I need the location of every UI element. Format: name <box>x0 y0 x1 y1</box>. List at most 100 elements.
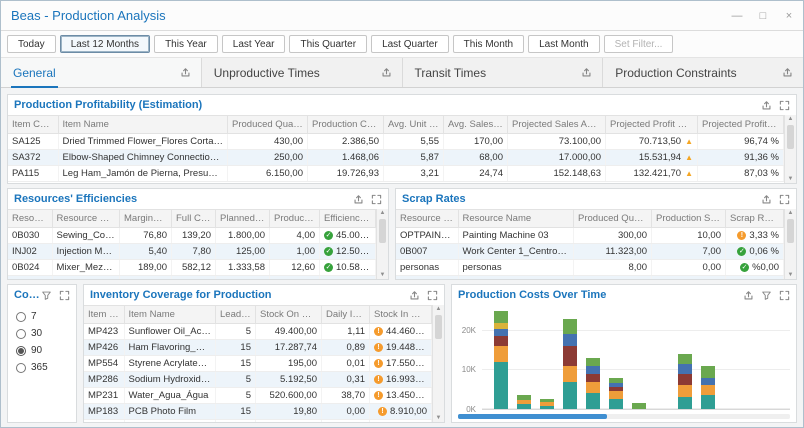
chart-bar[interactable] <box>609 378 623 409</box>
table-row[interactable]: 0B024Mixer_Mezclad...189,00582,121.333,5… <box>8 260 376 276</box>
column-header[interactable]: Resource Code <box>396 210 458 228</box>
table-row[interactable]: personaspersonas8,000,00✓%0,00 <box>396 260 784 276</box>
column-header[interactable]: Resource Name <box>52 210 120 228</box>
filter-icon[interactable] <box>761 290 772 301</box>
scroll-up-icon[interactable]: ▲ <box>785 210 796 216</box>
column-header[interactable]: Projected Sales Amount <box>508 116 606 134</box>
tab-production-constraints[interactable]: Production Constraints <box>603 58 803 87</box>
scroll-down-icon[interactable]: ▼ <box>785 272 796 278</box>
vertical-scrollbar[interactable]: ▲ ▼ <box>784 115 796 183</box>
radio-input[interactable] <box>16 363 26 373</box>
expand-icon[interactable] <box>779 100 790 111</box>
filter-icon[interactable] <box>41 290 52 301</box>
filter-button-this-year[interactable]: This Year <box>154 35 218 53</box>
column-header[interactable]: Item Name <box>124 306 216 324</box>
scroll-down-icon[interactable]: ▼ <box>433 415 444 421</box>
column-header[interactable]: Projected Profit Margin <box>606 116 698 134</box>
table-row[interactable]: OPTPAINT03Painting Machine 03300,0010,00… <box>396 228 784 244</box>
radio-input[interactable] <box>16 346 26 356</box>
table-row[interactable]: MP426Ham Flavoring_Saborizante...1517.28… <box>84 340 432 356</box>
tab-general[interactable]: General <box>1 58 202 87</box>
filter-button-today[interactable]: Today <box>7 35 56 53</box>
filter-button-this-quarter[interactable]: This Quarter <box>289 35 367 53</box>
chart-bar[interactable] <box>586 358 600 409</box>
export-icon[interactable] <box>761 100 772 111</box>
table-row[interactable]: INJ02Injection Machine 25,407,80125,001,… <box>8 244 376 260</box>
filter-button-last-year[interactable]: Last Year <box>222 35 286 53</box>
table-row[interactable]: MP286Sodium Hydroxide_Hidróxid...55.192,… <box>84 372 432 388</box>
column-header[interactable]: Production Ti... <box>270 210 320 228</box>
column-header[interactable]: Resource Name <box>458 210 574 228</box>
chart-bar[interactable] <box>632 403 646 409</box>
table-row[interactable]: 0B030Sewing_Cosido_...76,80139,201.800,0… <box>8 228 376 244</box>
radio-input[interactable] <box>16 329 26 339</box>
chart-bar[interactable] <box>494 311 508 409</box>
coverage-option-365[interactable]: 365 <box>16 362 68 373</box>
export-icon[interactable] <box>581 67 592 78</box>
minimize-button[interactable]: — <box>731 1 743 31</box>
expand-icon[interactable] <box>779 194 790 205</box>
column-header[interactable]: Resourc... <box>8 210 52 228</box>
column-header[interactable]: Marginal Costs <box>120 210 172 228</box>
table-row[interactable]: MP554Styrene Acrylates Copolym...15195,0… <box>84 356 432 372</box>
filter-button-this-month[interactable]: This Month <box>453 35 524 53</box>
filter-button-last-quarter[interactable]: Last Quarter <box>371 35 449 53</box>
export-icon[interactable] <box>381 67 392 78</box>
column-header[interactable]: Daily Issues <box>322 306 370 324</box>
table-row[interactable]: OPTSH...Employee 551,8081,40600,0012,33✓… <box>8 276 376 279</box>
export-icon[interactable] <box>409 290 420 301</box>
vertical-scrollbar[interactable]: ▲ ▼ <box>784 209 796 279</box>
scroll-thumb[interactable] <box>379 219 386 243</box>
column-header[interactable]: Produced Quantity <box>228 116 308 134</box>
scroll-thumb[interactable] <box>787 125 794 149</box>
chart-bar[interactable] <box>563 319 577 409</box>
column-header[interactable]: Stock On Hand <box>256 306 322 324</box>
table-row[interactable]: SA372Elbow-Shaped Chimney Connection Ø 8… <box>8 150 784 166</box>
filter-button-last-month[interactable]: Last Month <box>528 35 599 53</box>
export-icon[interactable] <box>743 290 754 301</box>
column-header[interactable]: Item Co... <box>84 306 124 324</box>
scroll-up-icon[interactable]: ▲ <box>785 116 796 122</box>
column-header[interactable]: Avg. Sales Price <box>444 116 508 134</box>
column-header[interactable]: Full Costs <box>172 210 216 228</box>
expand-icon[interactable] <box>59 290 70 301</box>
scroll-down-icon[interactable]: ▼ <box>785 176 796 182</box>
radio-input[interactable] <box>16 312 26 322</box>
close-button[interactable]: × <box>783 1 795 31</box>
scroll-up-icon[interactable]: ▲ <box>377 210 388 216</box>
tab-transit-times[interactable]: Transit Times <box>403 58 604 87</box>
maximize-button[interactable]: □ <box>757 1 769 31</box>
table-row[interactable]: MP423Sunflower Oil_Aceite de Gir...549.4… <box>84 324 432 340</box>
scroll-thumb[interactable] <box>458 414 607 419</box>
vertical-scrollbar[interactable]: ▲ ▼ <box>432 305 444 422</box>
column-header[interactable]: Planned Pro... <box>216 210 270 228</box>
chart-bar[interactable] <box>540 399 554 409</box>
tab-unproductive-times[interactable]: Unproductive Times <box>202 58 403 87</box>
chart-bar[interactable] <box>517 395 531 409</box>
expand-icon[interactable] <box>779 290 790 301</box>
table-row[interactable]: OPTSHIFT8Employee 8360,000,00✓%0,00 <box>396 276 784 279</box>
chart-bar[interactable] <box>701 366 715 409</box>
table-row[interactable]: SA125Dried Trimmed Flower_Flores Cortada… <box>8 134 784 150</box>
column-header[interactable]: Scrap Rate (%) <box>726 210 784 228</box>
export-icon[interactable] <box>353 194 364 205</box>
table-row[interactable]: MP183PCB Photo Film1519,800,00!8.910,00 <box>84 404 432 420</box>
coverage-option-90[interactable]: 90 <box>16 345 68 356</box>
column-header[interactable]: Lead Time <box>216 306 256 324</box>
column-header[interactable]: Production Scraps <box>652 210 726 228</box>
export-icon[interactable] <box>761 194 772 205</box>
scroll-up-icon[interactable]: ▲ <box>433 306 444 312</box>
expand-icon[interactable] <box>427 290 438 301</box>
coverage-option-7[interactable]: 7 <box>16 311 68 322</box>
scroll-down-icon[interactable]: ▼ <box>377 272 388 278</box>
coverage-option-30[interactable]: 30 <box>16 328 68 339</box>
scroll-thumb[interactable] <box>787 219 794 243</box>
export-icon[interactable] <box>782 67 793 78</box>
chart-bar[interactable] <box>678 354 692 409</box>
column-header[interactable]: Item Name <box>58 116 228 134</box>
scroll-thumb[interactable] <box>435 315 442 339</box>
table-row[interactable]: MP022Carton Box_Caja de Cartó...5449.633… <box>84 420 432 422</box>
column-header[interactable]: Item Code <box>8 116 58 134</box>
column-header[interactable]: Production Costs <box>308 116 384 134</box>
column-header[interactable]: Stock In Days <box>370 306 432 324</box>
